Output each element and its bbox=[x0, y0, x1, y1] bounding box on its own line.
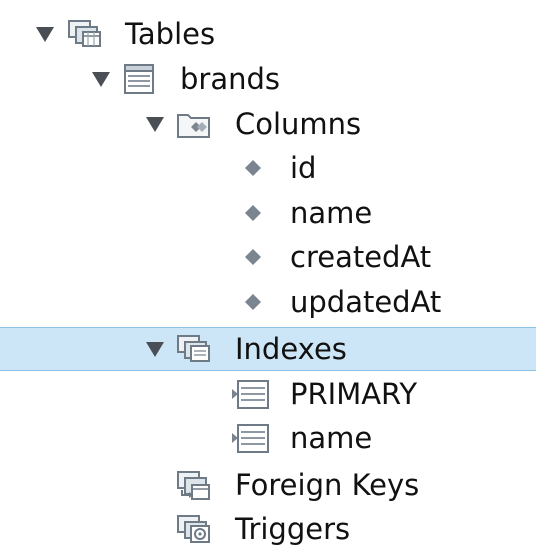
triggers-icon bbox=[177, 515, 210, 543]
index-label: PRIMARY bbox=[290, 377, 418, 411]
column-item[interactable]: name bbox=[0, 191, 536, 235]
column-item[interactable]: id bbox=[0, 146, 536, 190]
expand-arrow-icon[interactable] bbox=[144, 113, 166, 135]
expand-arrow-icon[interactable] bbox=[144, 338, 166, 360]
brands-label: brands bbox=[180, 62, 280, 96]
column-diamond-icon bbox=[245, 160, 261, 176]
column-diamond-icon bbox=[245, 249, 261, 265]
column-label: name bbox=[290, 196, 373, 230]
columns-label: Columns bbox=[235, 107, 362, 141]
indexes-label: Indexes bbox=[235, 332, 347, 366]
foreign-keys-icon bbox=[177, 471, 210, 500]
indexes-folder-icon bbox=[177, 335, 210, 362]
table-grid-icon bbox=[124, 64, 154, 94]
column-label: id bbox=[290, 151, 317, 185]
tree-node-columns[interactable]: Columns bbox=[0, 102, 536, 146]
expand-arrow-icon[interactable] bbox=[90, 68, 112, 90]
schema-tree: Tables brands Columns id name createdAt … bbox=[0, 0, 536, 546]
tree-node-indexes[interactable]: Indexes bbox=[0, 327, 536, 371]
tables-label: Tables bbox=[125, 17, 216, 51]
tree-node-foreign-keys[interactable]: Foreign Keys bbox=[0, 463, 536, 507]
column-diamond-icon bbox=[245, 294, 261, 310]
index-item[interactable]: name bbox=[0, 416, 536, 460]
column-diamond-icon bbox=[245, 205, 261, 221]
index-label: name bbox=[290, 421, 373, 455]
column-label: createdAt bbox=[290, 240, 432, 274]
tables-folder-icon bbox=[68, 20, 101, 47]
columns-folder-icon bbox=[177, 114, 210, 138]
tree-node-triggers[interactable]: Triggers bbox=[0, 507, 536, 551]
index-icon bbox=[232, 424, 269, 453]
index-icon bbox=[232, 380, 269, 409]
triggers-label: Triggers bbox=[235, 512, 351, 546]
tree-node-brands[interactable]: brands bbox=[0, 57, 536, 101]
expand-arrow-icon[interactable] bbox=[34, 23, 56, 45]
column-item[interactable]: createdAt bbox=[0, 235, 536, 279]
column-label: updatedAt bbox=[290, 285, 442, 319]
tree-node-tables[interactable]: Tables bbox=[0, 12, 536, 56]
column-item[interactable]: updatedAt bbox=[0, 280, 536, 324]
foreign-keys-label: Foreign Keys bbox=[235, 468, 420, 502]
index-item[interactable]: PRIMARY bbox=[0, 372, 536, 416]
